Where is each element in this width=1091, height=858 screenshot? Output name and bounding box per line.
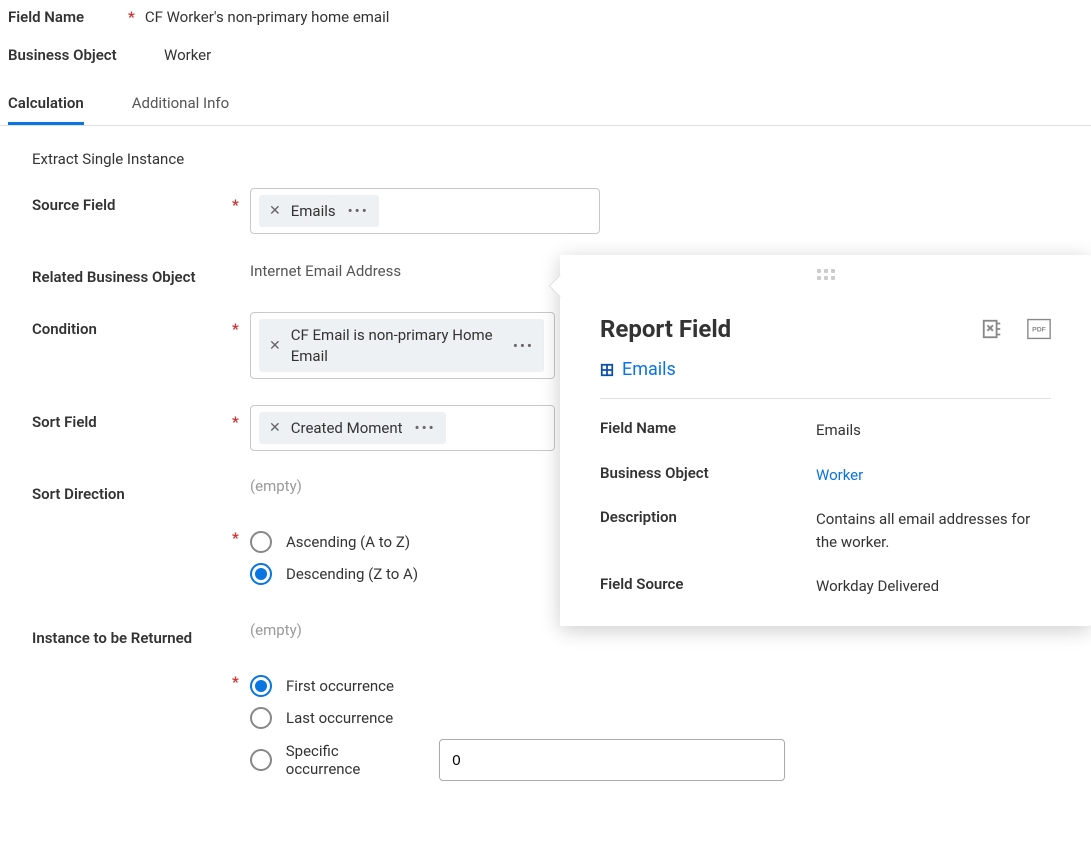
tab-calculation[interactable]: Calculation bbox=[8, 84, 84, 125]
required-indicator: * bbox=[232, 665, 250, 691]
sort-desc-label: Descending (Z to A) bbox=[286, 565, 418, 583]
report-field-popup: Report Field PDF Emails Field Name Email… bbox=[560, 255, 1091, 626]
more-icon[interactable]: ••• bbox=[513, 337, 534, 355]
export-excel-icon[interactable] bbox=[981, 318, 1003, 340]
instance-first-radio[interactable] bbox=[250, 675, 272, 697]
export-pdf-icon[interactable]: PDF bbox=[1027, 318, 1051, 340]
popup-description-value: Contains all email addresses for the wor… bbox=[816, 508, 1051, 553]
required-indicator: * bbox=[232, 521, 250, 547]
instance-specific-label: Specific occurrence bbox=[286, 742, 416, 778]
sort-desc-radio[interactable] bbox=[250, 563, 272, 585]
instance-label: Instance to be Returned bbox=[32, 621, 232, 647]
required-indicator: * bbox=[232, 312, 250, 338]
field-name-label: Field Name bbox=[8, 8, 128, 26]
instance-specific-radio[interactable] bbox=[250, 749, 272, 771]
popup-title: Report Field bbox=[600, 315, 731, 343]
source-field-input[interactable]: ✕ Emails ••• bbox=[250, 188, 600, 234]
source-field-pill[interactable]: ✕ Emails ••• bbox=[259, 195, 379, 227]
business-object-label: Business Object bbox=[8, 46, 128, 64]
pill-text: Emails bbox=[291, 201, 336, 221]
more-icon[interactable]: ••• bbox=[348, 202, 369, 220]
popup-field-source-label: Field Source bbox=[600, 575, 816, 598]
field-name-value: CF Worker's non-primary home email bbox=[145, 8, 390, 26]
business-object-value: Worker bbox=[164, 46, 211, 64]
sort-asc-label: Ascending (A to Z) bbox=[286, 533, 410, 551]
related-bo-label: Related Business Object bbox=[32, 260, 232, 286]
condition-pill[interactable]: ✕ CF Email is non-primary Home Email ••• bbox=[259, 319, 544, 372]
popup-field-name-value: Emails bbox=[816, 419, 1051, 442]
required-indicator: * bbox=[232, 405, 250, 431]
condition-label: Condition bbox=[32, 312, 232, 338]
tab-bar: Calculation Additional Info bbox=[0, 84, 1091, 126]
popup-description-label: Description bbox=[600, 508, 816, 553]
remove-icon[interactable]: ✕ bbox=[269, 339, 281, 353]
section-title: Extract Single Instance bbox=[32, 150, 1091, 168]
drag-handle-icon[interactable] bbox=[817, 269, 835, 280]
sort-field-input[interactable]: ✕ Created Moment ••• bbox=[250, 405, 555, 451]
required-indicator: * bbox=[128, 8, 135, 26]
related-bo-value: Internet Email Address bbox=[250, 260, 401, 280]
sort-asc-radio[interactable] bbox=[250, 531, 272, 553]
instance-last-label: Last occurrence bbox=[286, 709, 393, 727]
required-indicator: * bbox=[232, 188, 250, 214]
popup-bo-value[interactable]: Worker bbox=[816, 464, 1051, 487]
instance-last-radio[interactable] bbox=[250, 707, 272, 729]
instance-first-label: First occurrence bbox=[286, 677, 394, 695]
popup-link[interactable]: Emails bbox=[622, 359, 676, 380]
popup-field-name-label: Field Name bbox=[600, 419, 816, 442]
svg-text:PDF: PDF bbox=[1032, 327, 1046, 334]
pill-text: Created Moment bbox=[291, 418, 403, 438]
remove-icon[interactable]: ✕ bbox=[269, 204, 281, 218]
pill-text: CF Email is non-primary Home Email bbox=[291, 325, 501, 366]
object-icon bbox=[600, 363, 614, 377]
remove-icon[interactable]: ✕ bbox=[269, 421, 281, 435]
sort-field-pill[interactable]: ✕ Created Moment ••• bbox=[259, 412, 446, 444]
popup-bo-label: Business Object bbox=[600, 464, 816, 487]
tab-additional-info[interactable]: Additional Info bbox=[132, 84, 229, 125]
source-field-label: Source Field bbox=[32, 188, 232, 214]
condition-input[interactable]: ✕ CF Email is non-primary Home Email ••• bbox=[250, 312, 555, 379]
sort-field-label: Sort Field bbox=[32, 405, 232, 431]
specific-occurrence-input[interactable] bbox=[439, 739, 785, 781]
more-icon[interactable]: ••• bbox=[415, 419, 436, 437]
popup-field-source-value: Workday Delivered bbox=[816, 575, 1051, 598]
sort-direction-label: Sort Direction bbox=[32, 477, 232, 503]
